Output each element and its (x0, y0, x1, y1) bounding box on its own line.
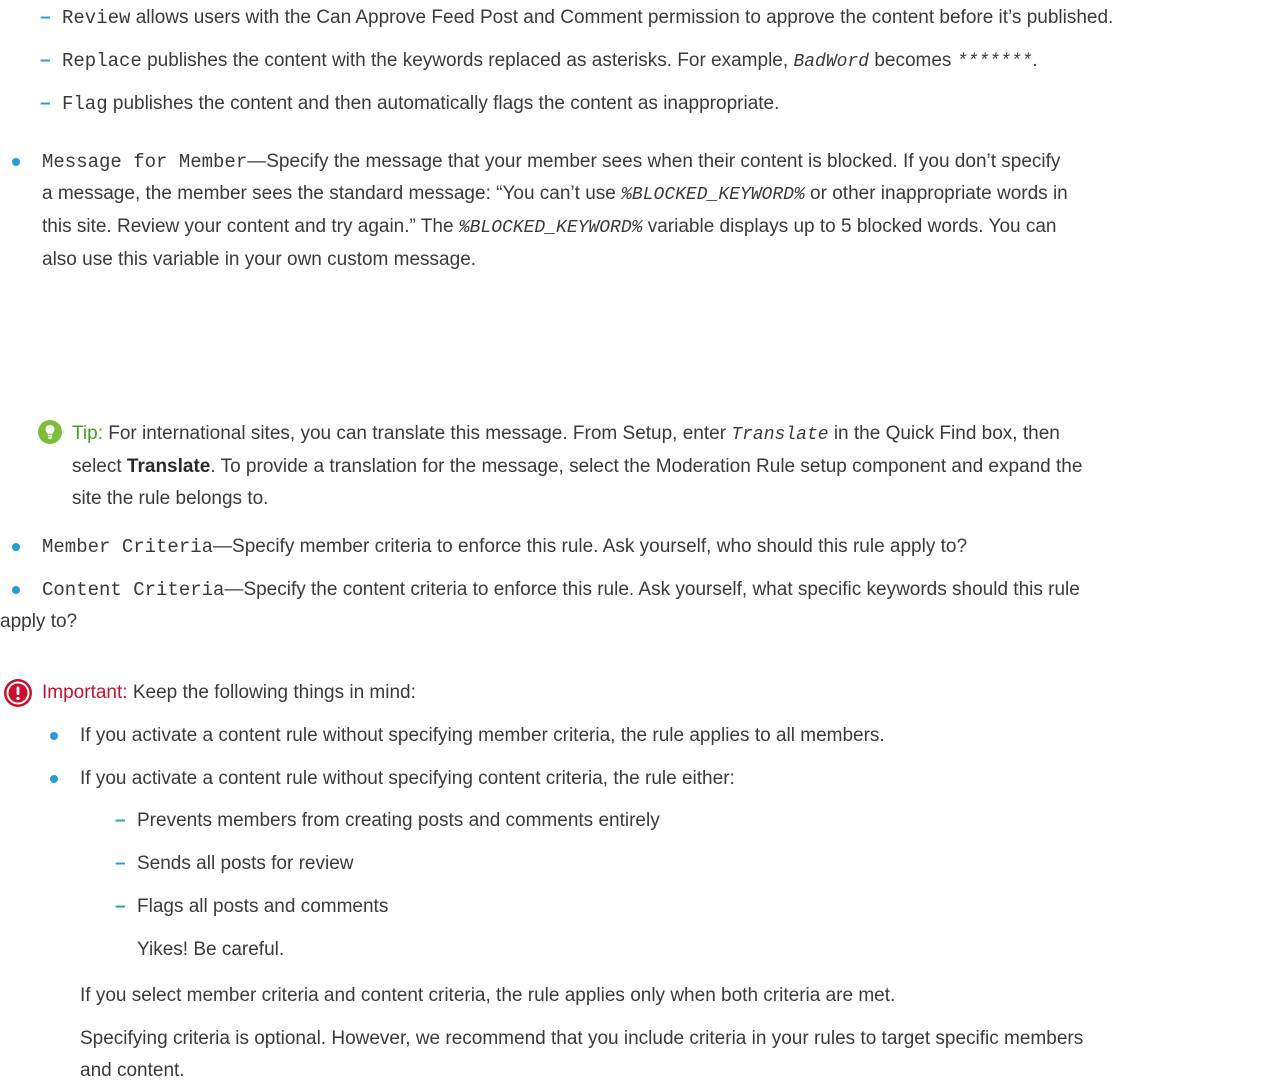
text: this site. Review your content and try a… (42, 216, 459, 237)
text: or other inappropriate words in (804, 183, 1068, 204)
text: in the Quick Find box, then (828, 423, 1060, 444)
lightbulb-icon (38, 420, 62, 444)
text-line: a message, the member sees the standard … (42, 178, 1267, 211)
text-line: Specifying criteria is optional. However… (80, 1028, 1084, 1049)
tip-callout: Tip: For international sites, you can tr… (38, 418, 1267, 515)
text: If you activate a content rule without s… (80, 725, 885, 746)
field-code: Member Criteria (42, 536, 214, 558)
important-label: Important: (42, 682, 128, 703)
text-line: also use this variable in your own custo… (42, 249, 477, 270)
subitem-2: – Sends all posts for review (115, 848, 1237, 880)
dash-marker: – (115, 896, 126, 917)
text: Keep the following things in mind: (127, 682, 416, 703)
document-page: – Review allows users with the Can Appro… (0, 0, 1275, 980)
bullet-dot (12, 158, 20, 166)
dash-marker: – (115, 810, 126, 831)
action-code: Review (62, 7, 131, 29)
text: select (72, 456, 127, 477)
text: If you activate a content rule without s… (80, 768, 735, 789)
code-term: Translate (731, 425, 829, 445)
text: —Specify the message that your member se… (247, 151, 1061, 172)
action-code: Replace (62, 50, 142, 72)
action-replace-item: – Replace publishes the content with the… (40, 45, 1262, 78)
tip-label: Tip: (72, 423, 103, 444)
text: variable displays up to 5 blocked words.… (642, 216, 1057, 237)
action-description: . (1032, 50, 1038, 71)
action-description: publishes the content with the keywords … (141, 50, 794, 71)
important-item-4: Specifying criteria is optional. However… (80, 1023, 1265, 1087)
important-callout: Important: Keep the following things in … (4, 677, 1262, 709)
text: a message, the member sees the standard … (42, 183, 622, 204)
exclamation-icon (4, 679, 32, 707)
action-code: Flag (62, 93, 108, 115)
example-word: BadWord (793, 52, 870, 72)
action-description: becomes (869, 50, 957, 71)
text: . To provide a translation for the messa… (210, 456, 1083, 477)
dash-marker: – (40, 7, 51, 28)
text: —Specify member criteria to enforce this… (213, 536, 968, 557)
text-line: and content. (80, 1060, 185, 1081)
text-line: apply to? (0, 611, 78, 632)
text-line: select Translate. To provide a translati… (72, 451, 1267, 483)
message-for-member-item: Message for Member—Specify the message t… (12, 146, 1267, 276)
variable-code: %BLOCKED_KEYWORD% (621, 185, 805, 205)
text-line: Content Criteria—Specify the content cri… (42, 574, 1267, 606)
bullet-dot (50, 775, 58, 783)
field-code: Message for Member (42, 151, 248, 173)
dash-marker: – (115, 853, 126, 874)
text: Prevents members from creating posts and… (137, 810, 660, 831)
bullet-dot (12, 543, 20, 551)
important-item-1: If you activate a content rule without s… (50, 720, 1265, 752)
bullet-dot (12, 586, 20, 594)
dash-marker: – (40, 93, 51, 114)
yikes-note: Yikes! Be careful. (137, 939, 285, 960)
dash-marker: – (40, 50, 51, 71)
text: —Specify the content criteria to enforce… (224, 579, 1080, 600)
field-code: Content Criteria (42, 579, 225, 601)
member-criteria-item: Member Criteria—Specify member criteria … (12, 531, 1267, 563)
subitem-3: – Flags all posts and comments (115, 891, 1237, 923)
text-line: site the rule belongs to. (72, 488, 269, 509)
text-line: this site. Review your content and try a… (42, 211, 1267, 244)
action-description: publishes the content and then automatic… (107, 93, 780, 114)
important-item-2: If you activate a content rule without s… (50, 763, 1265, 795)
text: For international sites, you can transla… (102, 423, 732, 444)
text-line: Message for Member—Specify the message t… (42, 146, 1267, 178)
text-line: Tip: For international sites, you can tr… (72, 418, 1267, 451)
subitem-1: – Prevents members from creating posts a… (115, 805, 1237, 837)
text: Flags all posts and comments (137, 896, 389, 917)
text: Sends all posts for review (137, 853, 354, 874)
action-flag-item: – Flag publishes the content and then au… (40, 88, 1262, 120)
action-description: allows users with the Can Approve Feed P… (130, 7, 1114, 28)
action-review-item: – Review allows users with the Can Appro… (40, 2, 1262, 34)
content-criteria-item: Content Criteria—Specify the content cri… (0, 574, 1267, 638)
example-stars: ******* (956, 52, 1033, 72)
variable-code: %BLOCKED_KEYWORD% (458, 218, 643, 238)
bullet-dot (50, 732, 58, 740)
text: If you select member criteria and conten… (80, 985, 896, 1006)
important-item-3: If you select member criteria and conten… (80, 980, 1265, 1012)
bold-term: Translate (126, 456, 211, 477)
